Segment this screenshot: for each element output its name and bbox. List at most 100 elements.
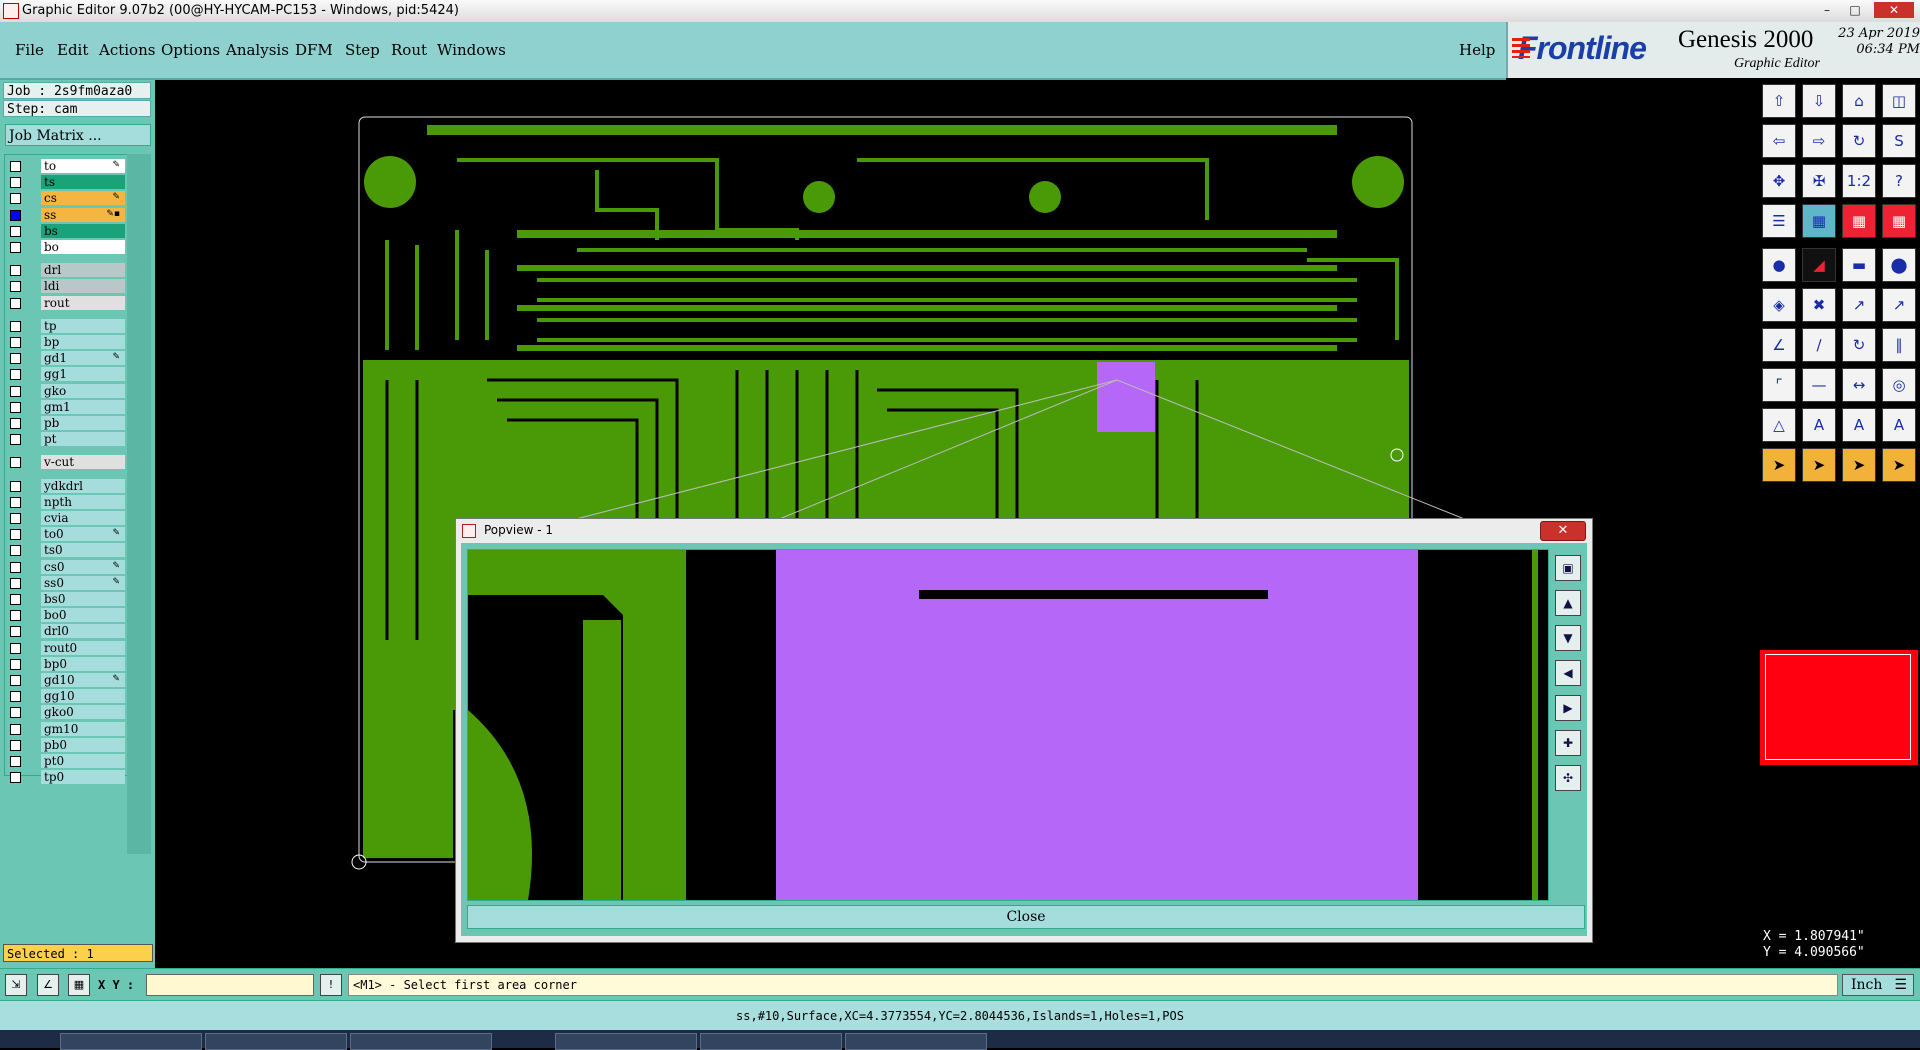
grid-icon[interactable]: ▦ [1802, 204, 1836, 238]
maximize-button[interactable]: □ [1844, 2, 1866, 18]
snap-icon[interactable]: ↻ [1842, 124, 1876, 158]
layer-row-npth[interactable]: npth [5, 494, 127, 509]
angle-mode-icon[interactable]: ∠ [37, 974, 59, 996]
layer-name[interactable]: bo [41, 240, 125, 254]
taskbar-item[interactable] [845, 1033, 987, 1050]
layer-name[interactable]: bo0 [41, 608, 125, 623]
layer-name[interactable]: ydkdrl [41, 478, 125, 493]
layer-row-ts0[interactable]: ts0 [5, 543, 127, 558]
layer-row-ts[interactable]: ts [5, 175, 127, 190]
layer-row-bp[interactable]: bp [5, 335, 127, 349]
job-matrix-button[interactable]: Job Matrix ... [5, 124, 151, 146]
layer-row-pb[interactable]: pb [5, 416, 127, 430]
layer-checkbox[interactable] [10, 496, 21, 508]
measure-icon[interactable]: ▦ [1842, 204, 1876, 238]
layer-row-bo[interactable]: bo [5, 240, 127, 254]
layer-checkbox[interactable] [10, 545, 21, 557]
select-area-icon[interactable]: ➤ [1802, 448, 1836, 482]
layer-row-gd1[interactable]: gd1 ✎ [5, 351, 127, 366]
text-a-icon[interactable]: A [1802, 408, 1836, 442]
layer-checkbox[interactable] [10, 265, 21, 277]
help-icon[interactable]: ? [1882, 164, 1916, 198]
xy-input[interactable] [146, 974, 314, 996]
layer-name[interactable]: npth [41, 494, 125, 509]
taskbar-item[interactable] [60, 1033, 202, 1050]
layer-checkbox[interactable] [10, 675, 21, 686]
layer-row-gm10[interactable]: gm10 [5, 721, 127, 736]
layer-name[interactable]: pb0 [41, 737, 125, 752]
select-pointer-icon[interactable]: ➤ [1762, 448, 1796, 482]
layer-checkbox[interactable] [10, 691, 21, 703]
house-icon[interactable]: ⌂ [1842, 84, 1876, 118]
layer-name[interactable]: pt0 [41, 754, 125, 768]
layer-name[interactable]: cs0 ✎ [41, 559, 125, 574]
popview-pan-right-icon[interactable]: ▶ [1555, 695, 1581, 721]
menu-file[interactable]: File [15, 41, 44, 59]
layer-checkbox[interactable] [10, 577, 21, 589]
layer-row-cs[interactable]: cs ✎ [5, 191, 127, 206]
layer-name[interactable]: gd10 ✎ [41, 673, 125, 687]
layer-row-tp[interactable]: tp [5, 318, 127, 333]
layer-row-pt0[interactable]: pt0 [5, 754, 127, 768]
layer-checkbox[interactable] [10, 513, 21, 524]
layer-name[interactable]: to0 ✎ [41, 527, 125, 542]
mini-map[interactable] [1760, 650, 1918, 765]
scale-icon[interactable]: 1:2 [1842, 164, 1876, 198]
layer-name[interactable]: tp0 [41, 770, 125, 785]
node-icon[interactable]: ◈ [1762, 288, 1796, 322]
layer-name[interactable]: gko0 [41, 705, 125, 720]
layer-checkbox[interactable] [10, 658, 21, 670]
parallel-icon[interactable]: ∥ [1882, 328, 1916, 362]
path-icon[interactable]: S [1882, 124, 1916, 158]
layer-checkbox[interactable] [10, 723, 21, 735]
popview-home-icon[interactable]: ▣ [1555, 555, 1581, 581]
layer-checkbox[interactable] [10, 739, 21, 751]
layer-name[interactable]: drl0 [41, 624, 125, 639]
layer-row-bs0[interactable]: bs0 [5, 592, 127, 606]
layer-checkbox[interactable] [10, 418, 21, 429]
layer-checkbox[interactable] [10, 225, 21, 237]
layer-row-drl0[interactable]: drl0 [5, 624, 127, 639]
layer-name[interactable]: ts [41, 175, 125, 190]
zoom-area-icon[interactable]: ✠ [1802, 164, 1836, 198]
layer-name[interactable]: bs [41, 223, 125, 238]
ruler-icon[interactable]: ▬ [1842, 248, 1876, 282]
layer-checkbox[interactable] [10, 594, 21, 605]
layer-checkbox[interactable] [10, 242, 21, 253]
triangle-icon[interactable]: △ [1762, 408, 1796, 442]
layer-checkbox[interactable] [10, 480, 21, 492]
layer-name[interactable]: ss ✎▪ [41, 207, 125, 222]
layer-row-tp0[interactable]: tp0 [5, 770, 127, 785]
layer-checkbox[interactable] [10, 610, 21, 622]
layer-name[interactable]: gg1 [41, 367, 125, 382]
taskbar-item[interactable] [555, 1033, 697, 1050]
pan-right-icon[interactable]: ⇨ [1802, 124, 1836, 158]
select-multi-icon[interactable]: ➤ [1882, 448, 1916, 482]
split-view-icon[interactable]: ◫ [1882, 84, 1916, 118]
info-toggle-icon[interactable]: ! [320, 974, 342, 996]
layer-checkbox[interactable] [10, 177, 21, 189]
layer-checkbox[interactable] [10, 161, 21, 172]
text-a-box-icon[interactable]: A [1842, 408, 1876, 442]
popview-close-bar-button[interactable]: Close [467, 905, 1585, 929]
segment-end-icon[interactable]: ↗ [1882, 288, 1916, 322]
layer-name[interactable]: rout0 [41, 640, 125, 655]
layer-checkbox[interactable] [10, 320, 21, 332]
layer-name[interactable]: bp [41, 335, 125, 349]
layer-row-bo0[interactable]: bo0 [5, 608, 127, 623]
layer-name[interactable]: tp [41, 318, 125, 333]
layer-name[interactable]: cs ✎ [41, 191, 125, 206]
layer-name[interactable]: bs0 [41, 592, 125, 606]
horizontal-line-icon[interactable]: — [1802, 368, 1836, 402]
popview-pan-left-icon[interactable]: ◀ [1555, 660, 1581, 686]
layer-name[interactable]: v-cut [41, 455, 125, 470]
layer-name[interactable]: gg10 [41, 689, 125, 704]
layer-row-gko[interactable]: gko [5, 383, 127, 398]
layer-list-scrollbar[interactable] [127, 154, 151, 854]
layer-name[interactable]: rout [41, 295, 125, 310]
layer-checkbox[interactable] [10, 401, 21, 413]
popview-canvas[interactable] [467, 549, 1549, 901]
layer-checkbox[interactable] [10, 642, 21, 654]
layer-row-cs0[interactable]: cs0 ✎ [5, 559, 127, 574]
layer-row-ldi[interactable]: ldi [5, 279, 127, 294]
